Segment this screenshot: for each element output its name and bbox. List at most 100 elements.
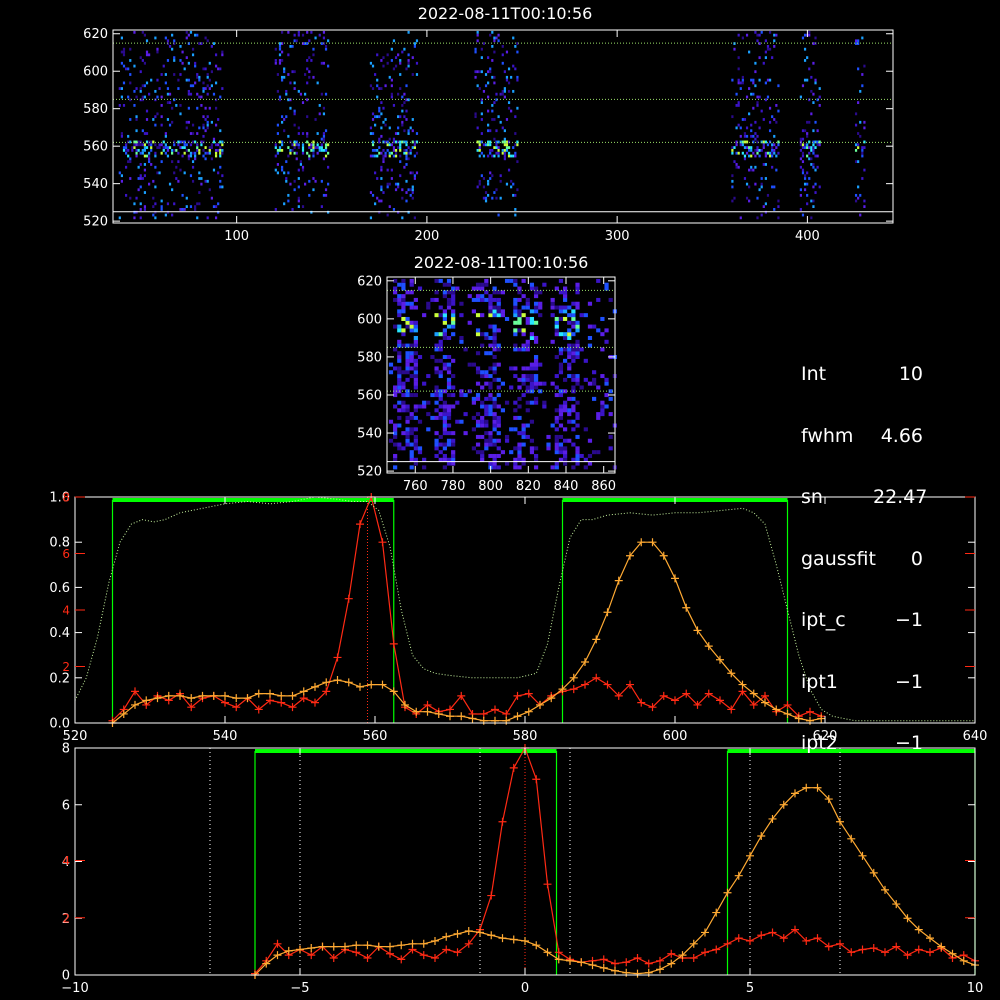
pixel xyxy=(137,148,140,152)
pixel xyxy=(488,294,493,299)
pixel xyxy=(409,151,412,155)
pixel xyxy=(438,278,443,283)
pixel xyxy=(806,171,809,175)
pixel xyxy=(567,419,572,424)
y-tick-label: 0.4 xyxy=(49,626,70,641)
pixel xyxy=(154,185,157,189)
pixel xyxy=(156,78,159,82)
pixel xyxy=(171,106,174,110)
pixel xyxy=(504,316,510,321)
pixel xyxy=(318,146,321,149)
pixel xyxy=(854,193,858,197)
data-point-marker xyxy=(757,831,766,840)
pixel xyxy=(390,59,393,62)
pixel xyxy=(438,415,443,420)
pixel xyxy=(575,450,580,455)
pixel xyxy=(756,39,759,43)
pixel xyxy=(446,412,452,417)
pixel xyxy=(187,33,190,37)
pixel xyxy=(608,446,613,451)
pixel xyxy=(214,53,218,57)
pixel xyxy=(312,188,315,192)
pixel xyxy=(388,151,391,155)
data-point-marker xyxy=(588,961,597,970)
pixel xyxy=(861,73,864,76)
pixel xyxy=(442,294,447,299)
pixel xyxy=(801,154,805,158)
pixel xyxy=(120,87,123,90)
pixel xyxy=(191,53,195,57)
pixel xyxy=(393,434,398,439)
pixel xyxy=(181,193,184,197)
pixel xyxy=(194,33,197,37)
param-row-ipt1: ipt1 −1 xyxy=(801,670,923,693)
pixel xyxy=(152,205,155,208)
pixel xyxy=(438,412,443,417)
pixel xyxy=(411,185,414,189)
pixel xyxy=(517,431,522,436)
pixel xyxy=(513,427,518,432)
pixel xyxy=(405,109,408,113)
pixel xyxy=(202,81,205,85)
pixel xyxy=(198,78,201,82)
pixel xyxy=(554,328,559,333)
pixel xyxy=(857,39,860,43)
pixel xyxy=(542,400,547,405)
pixel xyxy=(575,339,580,344)
pixel xyxy=(554,324,559,329)
pixel xyxy=(750,92,753,96)
pixel xyxy=(175,148,178,152)
data-point-marker xyxy=(457,712,466,721)
pixel xyxy=(743,154,747,158)
pixel xyxy=(422,400,427,405)
pixel xyxy=(806,132,809,135)
pixel xyxy=(141,59,144,62)
pixel xyxy=(405,377,410,382)
pixel xyxy=(529,385,535,390)
pixel xyxy=(413,328,418,333)
pixel xyxy=(575,351,580,356)
pixel xyxy=(484,199,488,203)
pixel xyxy=(297,132,300,135)
x-tick-label: −5 xyxy=(290,981,309,996)
pixel xyxy=(320,143,323,147)
pixel xyxy=(854,148,858,152)
pixel xyxy=(285,179,288,183)
pixel xyxy=(492,343,497,348)
pixel xyxy=(386,182,389,186)
pixel xyxy=(806,154,809,158)
y-tick-label: 560 xyxy=(357,388,382,403)
spectrum-plot-2-content xyxy=(209,744,979,979)
pixel xyxy=(510,185,513,189)
pixel xyxy=(407,146,410,149)
pixel xyxy=(129,73,132,76)
pixel xyxy=(604,328,609,333)
pixel xyxy=(397,385,402,390)
pixel xyxy=(509,450,514,455)
pixel xyxy=(407,59,410,62)
param-row-fwhm: fwhm 4.66 xyxy=(801,424,923,447)
pixel xyxy=(571,316,576,321)
pixel xyxy=(558,351,564,356)
x-tick-label: 580 xyxy=(513,729,538,744)
pixel xyxy=(488,309,493,314)
pixel xyxy=(517,328,522,333)
data-point-marker xyxy=(468,714,477,723)
data-point-marker xyxy=(352,941,361,950)
pixel xyxy=(164,73,167,76)
pixel xyxy=(575,381,580,386)
pixel xyxy=(446,355,452,360)
pixel xyxy=(160,143,163,147)
pixel xyxy=(301,148,305,152)
pixel xyxy=(301,165,305,169)
pixel xyxy=(393,442,398,447)
pixel xyxy=(451,438,456,443)
pixel xyxy=(496,309,501,314)
pixel xyxy=(285,92,288,96)
pixel xyxy=(487,154,490,158)
data-point-marker xyxy=(299,687,308,696)
pixel xyxy=(200,104,203,107)
pixel xyxy=(489,140,492,144)
pixel xyxy=(750,129,753,133)
pixel xyxy=(160,199,163,203)
